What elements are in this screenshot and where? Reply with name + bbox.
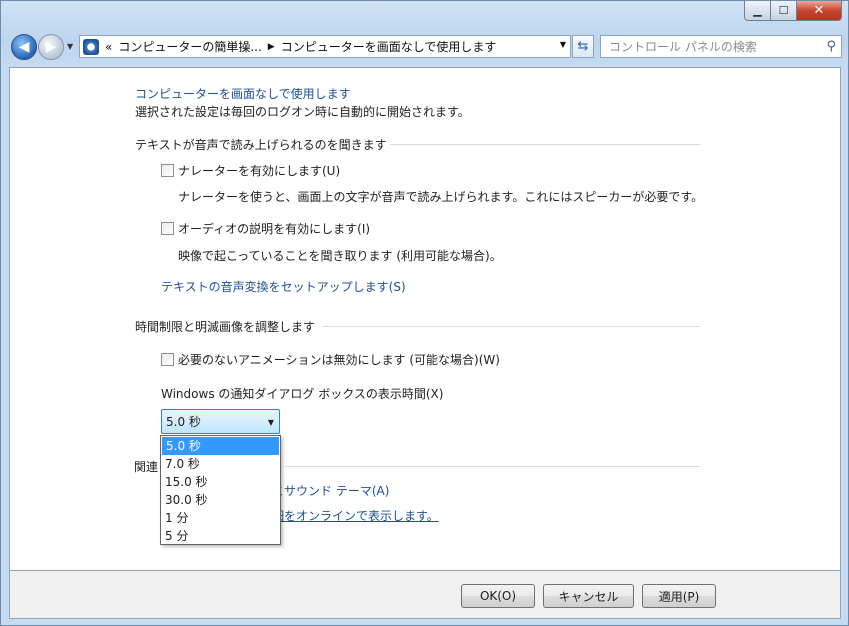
section-divider <box>322 326 700 327</box>
window-frame: ▁ ☐ ✕ ◀ ▶ ▼ « コンピューターの簡単操... ▶ コンピューターを画… <box>0 0 849 626</box>
apply-button[interactable]: 適用(P) <box>642 584 716 608</box>
narrator-checkbox[interactable] <box>161 164 174 177</box>
narrator-description: ナレーターを使うと、画面上の文字が音声で読み上げられます。これにはスピーカーが必… <box>178 190 704 204</box>
dropdown-option[interactable]: 5 分 <box>161 527 280 545</box>
content-pane: コンピューターを画面なしで使用します 選択された設定は毎回のログオン時に自動的に… <box>9 67 841 571</box>
section-divider <box>285 466 700 467</box>
control-panel-icon <box>83 38 99 55</box>
sound-theme-link[interactable]: とサウンド テーマ(A) <box>272 482 389 499</box>
section-heading-timing: 時間制限と明滅画像を調整します <box>135 320 316 334</box>
refresh-icon: ⇆ <box>577 39 589 54</box>
button-bar: OK(O) キャンセル 適用(P) <box>9 571 841 619</box>
breadcrumb-current-page[interactable]: コンピューターを画面なしで使用します <box>281 38 497 55</box>
cancel-button[interactable]: キャンセル <box>543 584 634 608</box>
dropdown-option[interactable]: 5.0 秒 <box>162 437 279 455</box>
forward-button[interactable]: ▶ <box>38 34 64 60</box>
text-to-speech-link[interactable]: テキストの音声変換をセットアップします(S) <box>161 278 406 295</box>
narrator-label[interactable]: ナレーターを有効にします(U) <box>178 162 340 179</box>
back-button[interactable]: ◀ <box>11 34 37 60</box>
recent-pages-dropdown-icon[interactable]: ▼ <box>67 42 73 51</box>
notification-duration-label: Windows の通知ダイアログ ボックスの表示時間(X) <box>161 387 444 401</box>
caption-buttons: ▁ ☐ ✕ <box>744 1 842 21</box>
dropdown-option[interactable]: 15.0 秒 <box>161 473 280 491</box>
navigation-bar: ◀ ▶ ▼ « コンピューターの簡単操... ▶ コンピューターを画面なしで使用… <box>9 33 842 61</box>
minimize-button[interactable]: ▁ <box>744 1 771 21</box>
audio-description-desc: 映像で起こっていることを聞き取ります (利用可能な場合)。 <box>178 249 502 263</box>
maximize-button[interactable]: ☐ <box>771 1 797 21</box>
notification-duration-combo[interactable]: 5.0 秒 ▼ <box>161 409 280 434</box>
section-divider <box>390 144 700 145</box>
close-button[interactable]: ✕ <box>797 1 842 21</box>
breadcrumb-separator-icon[interactable]: ▶ <box>268 42 275 52</box>
section-heading-related: 関連 <box>134 460 159 474</box>
dropdown-option[interactable]: 30.0 秒 <box>161 491 280 509</box>
breadcrumb-overflow[interactable]: « <box>105 40 112 54</box>
disable-animations-label[interactable]: 必要のないアニメーションは無効にします (可能な場合)(W) <box>178 351 500 368</box>
page-title: コンピューターを画面なしで使用します <box>135 87 351 101</box>
ok-button[interactable]: OK(O) <box>461 584 535 608</box>
search-icon[interactable]: ⚲ <box>826 39 836 54</box>
section-heading-speech: テキストが音声で読み上げられるのを聞きます <box>135 138 387 152</box>
search-input[interactable]: コントロール パネルの検索 <box>609 38 757 55</box>
dropdown-option[interactable]: 1 分 <box>161 509 280 527</box>
disable-animations-checkbox[interactable] <box>161 353 174 366</box>
online-details-link[interactable]: 細をオンラインで表示します。 <box>272 507 439 524</box>
refresh-button[interactable]: ⇆ <box>572 35 594 58</box>
forward-arrow-icon: ▶ <box>45 39 57 55</box>
address-dropdown-icon[interactable]: ▼ <box>560 40 566 49</box>
audio-description-checkbox[interactable] <box>161 222 174 235</box>
combo-selected-value: 5.0 秒 <box>166 415 201 429</box>
chevron-down-icon: ▼ <box>267 418 274 427</box>
back-arrow-icon: ◀ <box>18 39 30 55</box>
address-bar[interactable]: « コンピューターの簡単操... ▶ コンピューターを画面なしで使用します ▼ <box>79 35 571 58</box>
page-subtitle: 選択された設定は毎回のログオン時に自動的に開始されます。 <box>135 105 470 119</box>
dropdown-option[interactable]: 7.0 秒 <box>161 455 280 473</box>
search-box[interactable]: コントロール パネルの検索 ⚲ <box>600 35 842 58</box>
audio-description-label[interactable]: オーディオの説明を有効にします(I) <box>178 220 370 237</box>
breadcrumb-ease-of-access[interactable]: コンピューターの簡単操... <box>118 38 261 55</box>
notification-duration-dropdown-list[interactable]: 5.0 秒 7.0 秒 15.0 秒 30.0 秒 1 分 5 分 <box>160 435 281 545</box>
